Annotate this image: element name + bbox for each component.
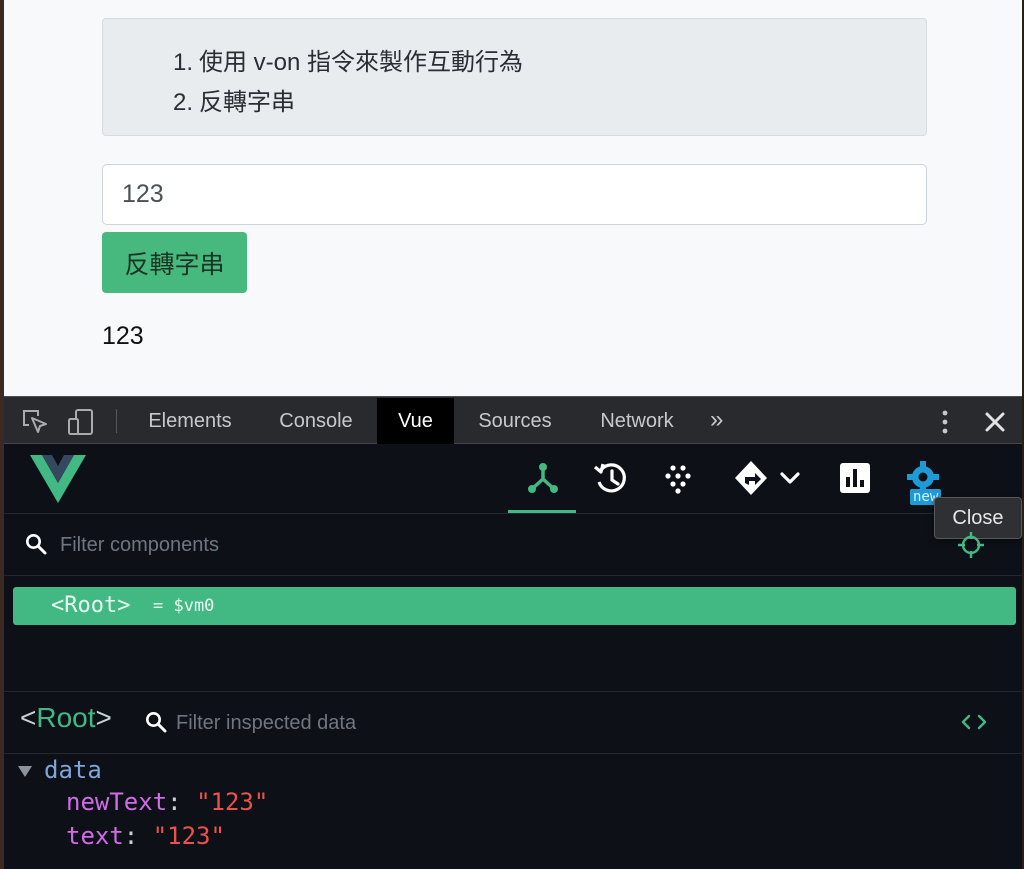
filter-inspected-data-input[interactable] <box>176 706 776 740</box>
tree-row-root[interactable]: <Root> = $vm0 <box>13 587 1016 625</box>
router-icon[interactable] <box>730 455 806 501</box>
devtools-tabbar: Elements Console Vue Sources Network » <box>4 396 1024 444</box>
tab-vue[interactable]: Vue <box>377 398 454 444</box>
code-icon[interactable] <box>960 710 988 734</box>
timeline-icon[interactable] <box>588 455 634 501</box>
inspector-header: <Root> <box>4 692 1024 754</box>
prop-key: newText <box>66 788 168 816</box>
filter-components-input[interactable] <box>60 528 760 562</box>
task-box: 1. 使用 v-on 指令來製作互動行為 2. 反轉字串 <box>102 18 927 136</box>
task-item-text: 使用 v-on 指令來製作互動行為 <box>199 49 524 76</box>
inspect-element-icon[interactable] <box>18 405 52 439</box>
task-item: 1. 使用 v-on 指令來製作互動行為 <box>173 49 524 76</box>
components-tree-icon[interactable] <box>520 455 566 501</box>
vuex-icon[interactable] <box>656 455 702 501</box>
search-icon <box>146 712 167 733</box>
page-area: 1.使用 v-on 指令來製作互動行為 2.反轉字串 反轉字串 123 <box>4 0 1024 396</box>
collapse-toggle-icon[interactable] <box>18 766 32 777</box>
data-section-label[interactable]: data <box>44 756 102 784</box>
tab-elements[interactable]: Elements <box>130 398 250 444</box>
vue-logo <box>30 455 86 503</box>
filter-components-row <box>4 514 1024 576</box>
prop-value[interactable]: "123" <box>196 788 268 816</box>
output-text: 123 <box>102 322 144 350</box>
tab-console[interactable]: Console <box>262 398 370 444</box>
root-component-tag: <Root> <box>51 593 131 618</box>
task-list: 1. 使用 v-on 指令來製作互動行為 2. 反轉字串 <box>173 43 523 123</box>
active-tab-indicator <box>508 510 576 513</box>
close-icon[interactable] <box>978 405 1012 439</box>
data-prop-row[interactable]: newText: "123" <box>66 788 268 816</box>
tab-network[interactable]: Network <box>584 398 690 444</box>
target-icon[interactable] <box>956 530 986 560</box>
task-item-text: 反轉字串 <box>199 89 296 116</box>
kebab-menu-icon[interactable] <box>930 407 960 437</box>
reverse-string-button[interactable]: 反轉字串 <box>102 232 247 293</box>
task-item: 2. 反轉字串 <box>173 89 296 116</box>
root-vm-label: = $vm0 <box>153 596 215 616</box>
inspected-component-name: <Root> <box>20 702 112 733</box>
tab-separator <box>116 409 117 433</box>
performance-icon[interactable] <box>832 455 878 501</box>
tab-sources[interactable]: Sources <box>462 398 568 444</box>
data-prop-row[interactable]: text: "123" <box>66 822 225 850</box>
prop-value[interactable]: "123" <box>153 822 225 850</box>
device-toolbar-icon[interactable] <box>64 405 98 439</box>
search-icon <box>26 534 47 555</box>
prop-key: text <box>66 822 124 850</box>
text-input[interactable] <box>102 164 927 225</box>
more-tabs-button[interactable]: » <box>710 398 723 444</box>
devtools-panel: Elements Console Vue Sources Network » n… <box>4 396 1024 869</box>
vue-toolbar: new Close <box>4 445 1024 539</box>
